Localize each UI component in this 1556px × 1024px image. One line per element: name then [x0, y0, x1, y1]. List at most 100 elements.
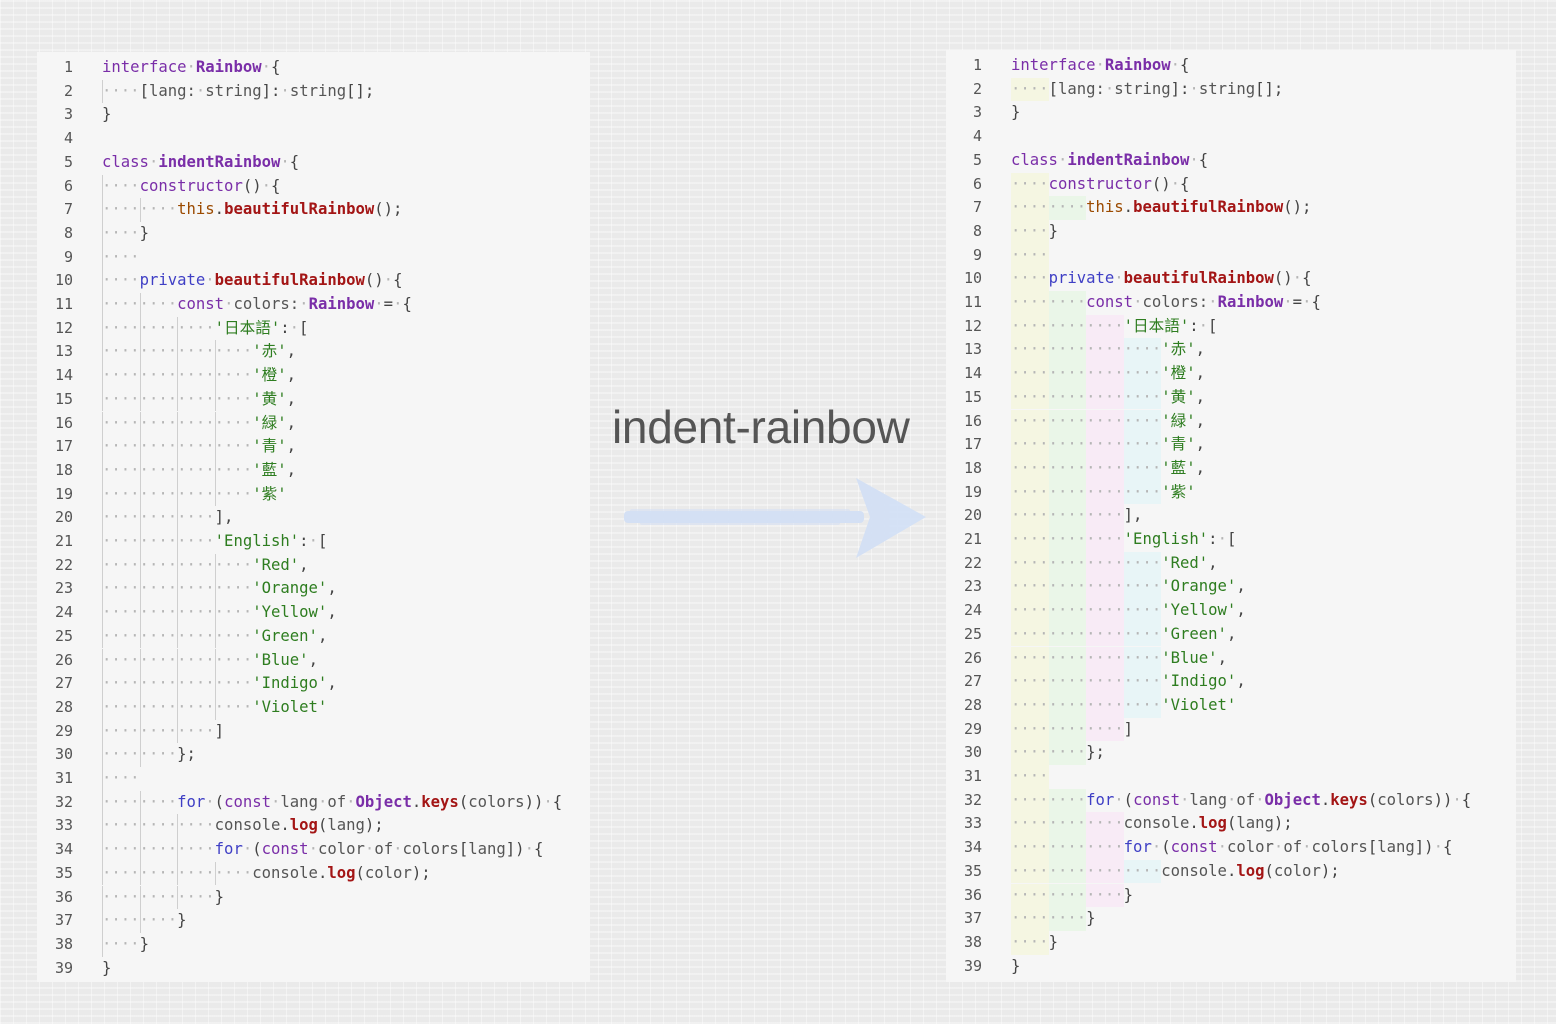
code-line[interactable]: 28 ················'Violet' — [946, 693, 1516, 718]
code-line[interactable]: 23 ················'Orange', — [37, 577, 590, 602]
code-text: ············} — [1011, 885, 1134, 904]
code-line[interactable]: 22 ················'Red', — [37, 553, 590, 578]
code-line[interactable]: 38 ····} — [37, 932, 590, 957]
line-number: 19 — [963, 482, 982, 501]
code-line[interactable]: 10 ····private·beautifulRainbow()·{ — [37, 269, 590, 293]
code-line[interactable]: 11 ········const·colors:·Rainbow·=·{ — [946, 291, 1516, 315]
code-line[interactable]: 20 ············], — [37, 506, 590, 530]
code-text: ················'黄', — [1011, 387, 1205, 406]
code-line[interactable]: 17 ················'青', — [37, 435, 590, 459]
code-text: ····[lang:·string]:·string[]; — [102, 81, 375, 100]
code-line[interactable]: 36 ············} — [946, 883, 1516, 908]
code-line[interactable]: 39} — [37, 957, 590, 981]
line-number: 7 — [63, 200, 73, 219]
code-line[interactable]: 22 ················'Red', — [946, 551, 1516, 576]
line-number: 5 — [63, 152, 73, 171]
code-line[interactable]: 5 class·indentRainbow·{ — [37, 151, 590, 175]
code-line[interactable]: 31 ···· — [37, 767, 590, 791]
code-line[interactable]: 1 interface·Rainbow·{ — [37, 56, 590, 80]
code-line[interactable]: 20 ············], — [946, 504, 1516, 528]
code-line[interactable]: 24 ················'Yellow', — [946, 599, 1516, 623]
code-line[interactable]: 33 ············console.log(lang); — [946, 812, 1516, 837]
code-line[interactable]: 2 ····[lang:·string]:·string[]; — [946, 77, 1516, 102]
line-number: 15 — [963, 387, 982, 406]
code-line[interactable]: 21 ············'English':·[ — [37, 530, 590, 554]
code-line[interactable]: 4 — [946, 125, 1516, 149]
code-line[interactable]: 7 ········this.beautifulRainbow(); — [946, 196, 1516, 220]
code-line[interactable]: 34 ············for·(const·color·of·colors… — [946, 836, 1516, 860]
code-line[interactable]: 8 ····} — [37, 221, 590, 246]
code-line[interactable]: 5 class·indentRainbow·{ — [946, 149, 1516, 173]
code-line[interactable]: 27 ················'Indigo', — [37, 672, 590, 696]
code-text: ···· — [102, 247, 140, 266]
code-line[interactable]: 17 ················'青', — [946, 433, 1516, 457]
code-line[interactable]: 29 ············] — [37, 719, 590, 744]
code-line[interactable]: 12 ············'日本語':·[ — [37, 316, 590, 341]
line-number: 13 — [54, 342, 73, 361]
code-line[interactable]: 35 ················console.log(color); — [946, 859, 1516, 884]
code-line[interactable]: 18 ················'藍', — [946, 456, 1516, 481]
code-line[interactable]: 36 ············} — [37, 885, 590, 910]
code-line[interactable]: 30 ········}; — [37, 743, 590, 767]
line-number: 15 — [54, 389, 73, 408]
code-line[interactable]: 6 ····constructor()·{ — [37, 174, 590, 199]
code-line[interactable]: 4 — [37, 127, 590, 151]
code-line[interactable]: 32 ········for·(const·lang·of·Object.keys… — [37, 790, 590, 815]
code-line[interactable]: 14 ················'橙', — [37, 364, 590, 388]
code-line[interactable]: 18 ················'藍', — [37, 458, 590, 483]
editor-before[interactable]: 1 interface·Rainbow·{2 ····[lang:·string]:… — [37, 52, 590, 982]
code-line[interactable]: 19 ················'紫' — [37, 482, 590, 507]
line-number: 27 — [54, 674, 73, 693]
code-text: ····} — [102, 934, 149, 953]
code-line[interactable]: 25 ················'Green', — [37, 624, 590, 649]
code-line[interactable]: 14 ················'橙', — [946, 362, 1516, 386]
code-line[interactable]: 3} — [37, 103, 590, 127]
code-line[interactable]: 23 ················'Orange', — [946, 575, 1516, 600]
code-line[interactable]: 39} — [946, 955, 1516, 979]
line-number: 13 — [963, 340, 982, 359]
code-text: ············} — [102, 887, 225, 906]
code-line[interactable]: 9 ···· — [946, 243, 1516, 268]
code-line[interactable]: 10 ····private·beautifulRainbow()·{ — [946, 267, 1516, 291]
code-line[interactable]: 2 ····[lang:·string]:·string[]; — [37, 79, 590, 104]
code-text: ············console.log(lang); — [1011, 814, 1293, 833]
code-line[interactable]: 16 ················'緑', — [37, 411, 590, 436]
code-text: ················'Orange', — [1011, 577, 1246, 596]
code-line[interactable]: 21 ············'English':·[ — [946, 528, 1516, 552]
code-line[interactable]: 6 ····constructor()·{ — [946, 172, 1516, 197]
code-line[interactable]: 12 ············'日本語':·[ — [946, 314, 1516, 339]
code-line[interactable]: 33 ············console.log(lang); — [37, 814, 590, 839]
code-text: ················console.log(color); — [1011, 861, 1340, 880]
code-line[interactable]: 1 interface·Rainbow·{ — [946, 54, 1516, 78]
code-line[interactable]: 15 ················'黄', — [946, 385, 1516, 410]
code-line[interactable]: 27 ················'Indigo', — [946, 670, 1516, 694]
code-text: ············] — [1011, 719, 1134, 738]
line-number: 9 — [972, 245, 982, 264]
code-line[interactable]: 37 ········} — [37, 909, 590, 933]
code-line[interactable]: 16 ················'緑', — [946, 409, 1516, 434]
code-line[interactable]: 15 ················'黄', — [37, 387, 590, 412]
code-line[interactable]: 37 ········} — [946, 907, 1516, 931]
code-line[interactable]: 24 ················'Yellow', — [37, 601, 590, 625]
code-line[interactable]: 26 ················'Blue', — [946, 646, 1516, 671]
code-line[interactable]: 3} — [946, 101, 1516, 125]
code-line[interactable]: 26 ················'Blue', — [37, 648, 590, 673]
code-line[interactable]: 30 ········}; — [946, 741, 1516, 765]
code-line[interactable]: 32 ········for·(const·lang·of·Object.keys… — [946, 788, 1516, 813]
code-line[interactable]: 19 ················'紫' — [946, 480, 1516, 505]
code-line[interactable]: 8 ····} — [946, 219, 1516, 244]
code-line[interactable]: 29 ············] — [946, 717, 1516, 742]
code-line[interactable]: 38 ····} — [946, 930, 1516, 955]
code-line[interactable]: 7 ········this.beautifulRainbow(); — [37, 198, 590, 222]
code-line[interactable]: 35 ················console.log(color); — [37, 861, 590, 886]
line-number: 35 — [963, 861, 982, 880]
code-line[interactable]: 9 ···· — [37, 245, 590, 270]
code-line[interactable]: 13 ················'赤', — [946, 338, 1516, 363]
code-line[interactable]: 25 ················'Green', — [946, 622, 1516, 647]
code-line[interactable]: 28 ················'Violet' — [37, 695, 590, 720]
code-line[interactable]: 11 ········const·colors:·Rainbow·=·{ — [37, 293, 590, 317]
code-line[interactable]: 31 ···· — [946, 765, 1516, 789]
editor-after[interactable]: 1 interface·Rainbow·{2 ····[lang:·string]:… — [946, 50, 1516, 982]
code-line[interactable]: 13 ················'赤', — [37, 340, 590, 365]
code-line[interactable]: 34 ············for·(const·color·of·colors… — [37, 838, 590, 862]
